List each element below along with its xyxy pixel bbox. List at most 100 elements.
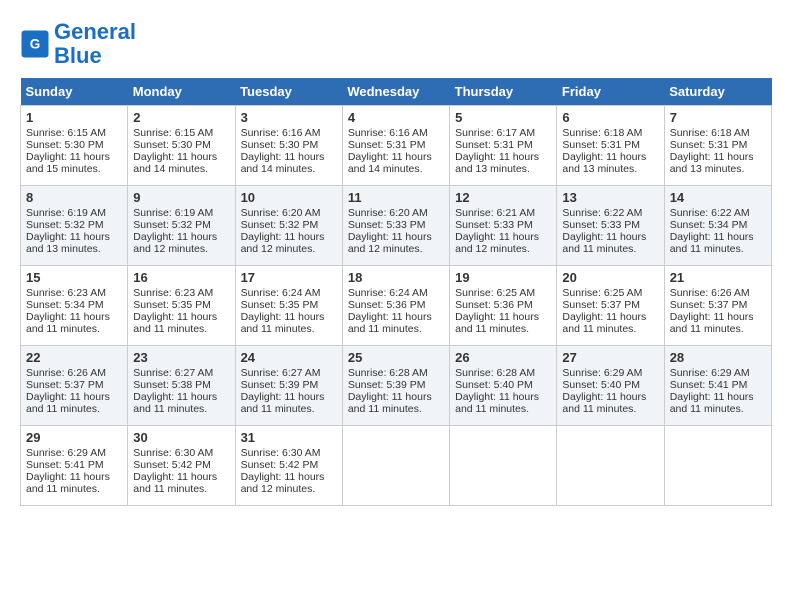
sunrise-text: Sunrise: 6:27 AM [241, 367, 337, 379]
sunset-text: Sunset: 5:32 PM [26, 219, 122, 231]
day-number: 20 [562, 270, 658, 285]
calendar-cell: 11Sunrise: 6:20 AMSunset: 5:33 PMDayligh… [342, 186, 449, 266]
calendar-cell: 29 Sunrise: 6:29 AMSunset: 5:41 PMDayligh… [21, 426, 128, 506]
sunrise-text: Sunrise: 6:29 AM [26, 447, 122, 459]
daylight-text: Daylight: 11 hours and 11 minutes. [562, 391, 658, 415]
day-number: 7 [670, 110, 766, 125]
sunset-text: Sunset: 5:35 PM [133, 299, 229, 311]
sunset-text: Sunset: 5:41 PM [670, 379, 766, 391]
sunrise-text: Sunrise: 6:16 AM [241, 127, 337, 139]
sunset-text: Sunset: 5:31 PM [562, 139, 658, 151]
calendar-cell: 26Sunrise: 6:28 AMSunset: 5:40 PMDayligh… [450, 346, 557, 426]
sunset-text: Sunset: 5:42 PM [241, 459, 337, 471]
calendar-cell [664, 426, 771, 506]
calendar-cell [450, 426, 557, 506]
daylight-text: Daylight: 11 hours and 14 minutes. [133, 151, 229, 175]
daylight-text: Daylight: 11 hours and 11 minutes. [670, 391, 766, 415]
day-number: 25 [348, 350, 444, 365]
sunset-text: Sunset: 5:35 PM [241, 299, 337, 311]
calendar-cell: 10Sunrise: 6:20 AMSunset: 5:32 PMDayligh… [235, 186, 342, 266]
sunrise-text: Sunrise: 6:27 AM [133, 367, 229, 379]
sunrise-text: Sunrise: 6:29 AM [670, 367, 766, 379]
daylight-text: Daylight: 11 hours and 11 minutes. [348, 311, 444, 335]
daylight-text: Daylight: 11 hours and 11 minutes. [455, 391, 551, 415]
calendar-cell: 5Sunrise: 6:17 AMSunset: 5:31 PMDaylight… [450, 106, 557, 186]
calendar-cell: 30Sunrise: 6:30 AMSunset: 5:42 PMDayligh… [128, 426, 235, 506]
calendar-cell: 15Sunrise: 6:23 AMSunset: 5:34 PMDayligh… [21, 266, 128, 346]
sunset-text: Sunset: 5:31 PM [670, 139, 766, 151]
sunset-text: Sunset: 5:31 PM [455, 139, 551, 151]
weekday-header: Sunday [21, 78, 128, 106]
calendar-cell: 25Sunrise: 6:28 AMSunset: 5:39 PMDayligh… [342, 346, 449, 426]
sunrise-text: Sunrise: 6:20 AM [348, 207, 444, 219]
day-number: 8 [26, 190, 122, 205]
sunrise-text: Sunrise: 6:22 AM [562, 207, 658, 219]
day-number: 27 [562, 350, 658, 365]
sunset-text: Sunset: 5:40 PM [562, 379, 658, 391]
sunset-text: Sunset: 5:40 PM [455, 379, 551, 391]
sunset-text: Sunset: 5:38 PM [133, 379, 229, 391]
sunrise-text: Sunrise: 6:23 AM [26, 287, 122, 299]
day-number: 5 [455, 110, 551, 125]
sunset-text: Sunset: 5:30 PM [133, 139, 229, 151]
calendar-cell [342, 426, 449, 506]
day-number: 2 [133, 110, 229, 125]
day-number: 24 [241, 350, 337, 365]
day-number: 15 [26, 270, 122, 285]
daylight-text: Daylight: 11 hours and 11 minutes. [26, 471, 122, 495]
day-number: 3 [241, 110, 337, 125]
daylight-text: Daylight: 11 hours and 11 minutes. [26, 391, 122, 415]
calendar-cell: 16 Sunrise: 6:23 AMSunset: 5:35 PMDayligh… [128, 266, 235, 346]
day-number: 30 [133, 430, 229, 445]
sunrise-text: Sunrise: 6:16 AM [348, 127, 444, 139]
day-number: 23 [133, 350, 229, 365]
daylight-text: Daylight: 11 hours and 11 minutes. [348, 391, 444, 415]
sunset-text: Sunset: 5:32 PM [241, 219, 337, 231]
day-number: 21 [670, 270, 766, 285]
day-number: 31 [241, 430, 337, 445]
weekday-header: Tuesday [235, 78, 342, 106]
calendar-cell: 24Sunrise: 6:27 AMSunset: 5:39 PMDayligh… [235, 346, 342, 426]
sunrise-text: Sunrise: 6:25 AM [455, 287, 551, 299]
sunset-text: Sunset: 5:37 PM [562, 299, 658, 311]
sunset-text: Sunset: 5:37 PM [26, 379, 122, 391]
calendar-week-row: 1Sunrise: 6:15 AMSunset: 5:30 PMDaylight… [21, 106, 772, 186]
day-number: 29 [26, 430, 122, 445]
sunrise-text: Sunrise: 6:23 AM [133, 287, 229, 299]
calendar-cell: 4Sunrise: 6:16 AMSunset: 5:31 PMDaylight… [342, 106, 449, 186]
day-number: 17 [241, 270, 337, 285]
sunset-text: Sunset: 5:34 PM [26, 299, 122, 311]
calendar-week-row: 29 Sunrise: 6:29 AMSunset: 5:41 PMDayligh… [21, 426, 772, 506]
calendar-cell: 14Sunrise: 6:22 AMSunset: 5:34 PMDayligh… [664, 186, 771, 266]
sunset-text: Sunset: 5:33 PM [562, 219, 658, 231]
sunset-text: Sunset: 5:41 PM [26, 459, 122, 471]
calendar-cell: 28Sunrise: 6:29 AMSunset: 5:41 PMDayligh… [664, 346, 771, 426]
sunrise-text: Sunrise: 6:29 AM [562, 367, 658, 379]
sunrise-text: Sunrise: 6:26 AM [670, 287, 766, 299]
sunset-text: Sunset: 5:42 PM [133, 459, 229, 471]
sunset-text: Sunset: 5:37 PM [670, 299, 766, 311]
calendar-cell: 27 Sunrise: 6:29 AMSunset: 5:40 PMDayligh… [557, 346, 664, 426]
daylight-text: Daylight: 11 hours and 13 minutes. [26, 231, 122, 255]
daylight-text: Daylight: 11 hours and 11 minutes. [133, 311, 229, 335]
daylight-text: Daylight: 11 hours and 11 minutes. [241, 311, 337, 335]
sunset-text: Sunset: 5:36 PM [348, 299, 444, 311]
sunrise-text: Sunrise: 6:24 AM [241, 287, 337, 299]
day-number: 9 [133, 190, 229, 205]
day-number: 16 [133, 270, 229, 285]
daylight-text: Daylight: 11 hours and 14 minutes. [241, 151, 337, 175]
sunrise-text: Sunrise: 6:19 AM [133, 207, 229, 219]
calendar-cell: 12Sunrise: 6:21 AMSunset: 5:33 PMDayligh… [450, 186, 557, 266]
sunset-text: Sunset: 5:33 PM [455, 219, 551, 231]
calendar-cell: 2Sunrise: 6:15 AMSunset: 5:30 PMDaylight… [128, 106, 235, 186]
daylight-text: Daylight: 11 hours and 11 minutes. [562, 231, 658, 255]
day-number: 13 [562, 190, 658, 205]
calendar-week-row: 22Sunrise: 6:26 AMSunset: 5:37 PMDayligh… [21, 346, 772, 426]
calendar-cell: 6Sunrise: 6:18 AMSunset: 5:31 PMDaylight… [557, 106, 664, 186]
calendar-cell: 19Sunrise: 6:25 AMSunset: 5:36 PMDayligh… [450, 266, 557, 346]
sunrise-text: Sunrise: 6:18 AM [562, 127, 658, 139]
sunset-text: Sunset: 5:30 PM [26, 139, 122, 151]
sunrise-text: Sunrise: 6:28 AM [348, 367, 444, 379]
daylight-text: Daylight: 11 hours and 13 minutes. [455, 151, 551, 175]
calendar-cell: 3Sunrise: 6:16 AMSunset: 5:30 PMDaylight… [235, 106, 342, 186]
